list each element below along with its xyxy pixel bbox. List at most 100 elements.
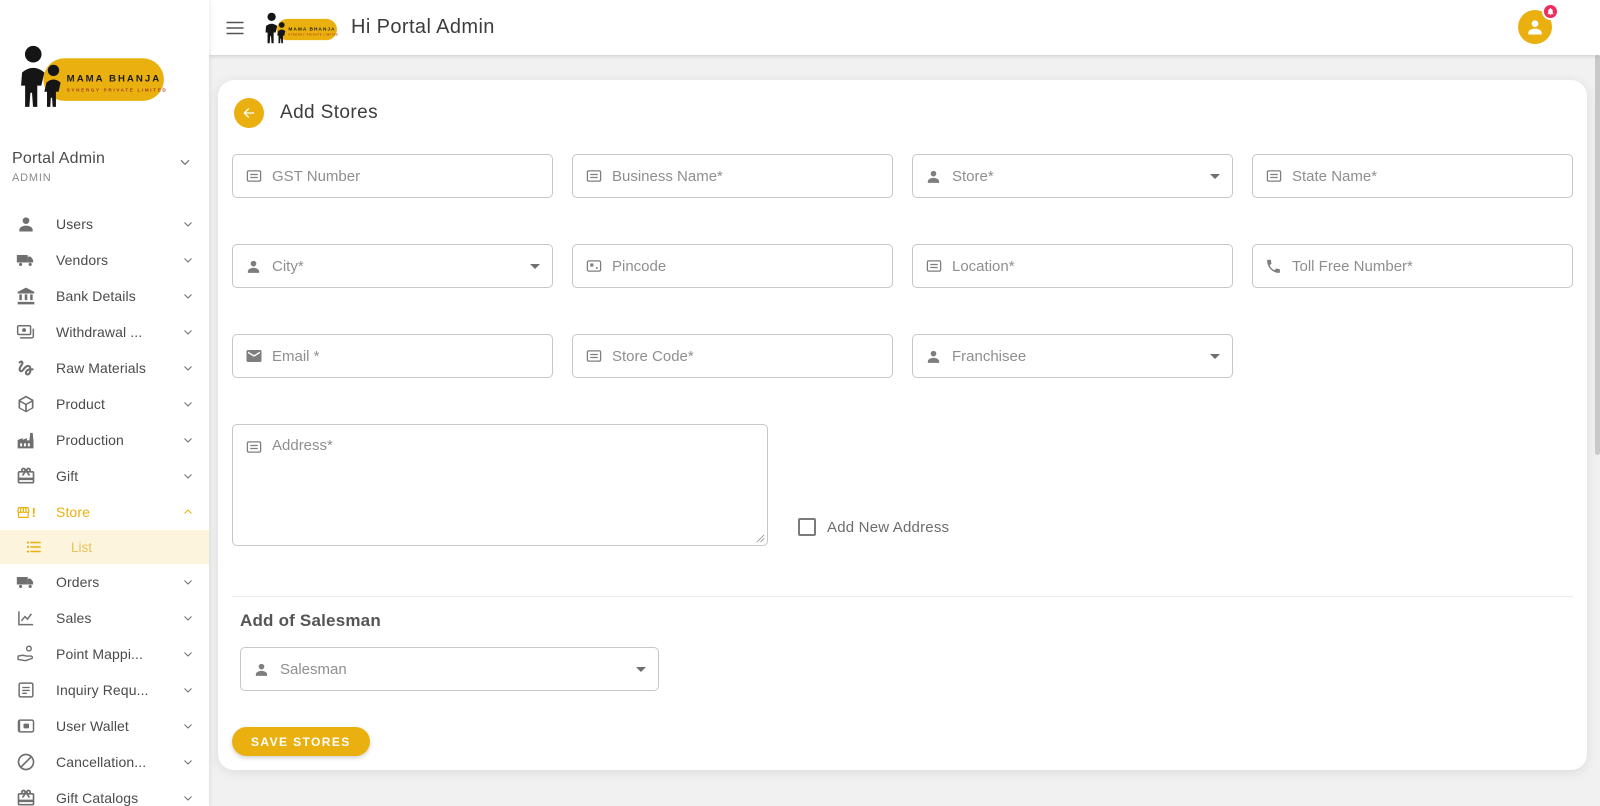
sidebar-subitem-list[interactable]: List: [0, 530, 209, 564]
brand-name: MAMA BHANJA: [67, 74, 162, 85]
gst-number-input[interactable]: [272, 167, 540, 185]
sidebar-item-product[interactable]: Product: [0, 386, 209, 422]
chevron-down-icon: [181, 433, 195, 447]
page-title: Add Stores: [280, 102, 378, 123]
banknote-icon: [16, 322, 36, 342]
sidebar-item-point-mapping[interactable]: Point Mappi...: [0, 636, 209, 672]
main-content: Add Stores Store*: [209, 55, 1600, 806]
truck-icon: [16, 572, 36, 592]
sidebar-item-bank-details[interactable]: Bank Details: [0, 278, 209, 314]
sidebar-item-orders[interactable]: Orders: [0, 564, 209, 600]
chevron-down-icon: [181, 325, 195, 339]
sidebar-item-vendors[interactable]: Vendors: [0, 242, 209, 278]
brand-tagline: SYNERGY PRIVATE LIMITED: [67, 88, 168, 93]
franchisee-select[interactable]: Franchisee: [912, 334, 1233, 378]
location-input[interactable]: [952, 257, 1220, 275]
toll-free-number-input[interactable]: [1292, 257, 1560, 275]
card-header: Add Stores: [232, 90, 1573, 128]
document-icon: [16, 680, 36, 700]
card-text-icon: [925, 257, 943, 275]
storefront-icon: !: [16, 502, 36, 522]
hamburger-menu-icon[interactable]: [223, 15, 249, 41]
chevron-down-icon: [181, 611, 195, 625]
address-textarea[interactable]: [233, 425, 767, 545]
card-text-icon: [245, 167, 263, 185]
brand-logo: MAMA BHANJA SYNERGY PRIVATE LIMITED: [0, 0, 209, 108]
business-name-input[interactable]: [612, 167, 880, 185]
person-icon: [925, 347, 943, 365]
email-field[interactable]: [232, 334, 553, 378]
arrow-left-icon: [243, 108, 255, 118]
person-icon: [16, 214, 36, 234]
sidebar-item-raw-materials[interactable]: Raw Materials: [0, 350, 209, 386]
dropdown-caret-icon: [530, 263, 540, 269]
gift-icon: [16, 788, 36, 806]
user-avatar[interactable]: [1518, 3, 1559, 44]
sidebar-item-production[interactable]: Production: [0, 422, 209, 458]
point-mapping-icon: [16, 644, 36, 664]
app-window: MAMA BHANJA SYNERGY PRIVATE LIMITED Port…: [0, 0, 1600, 806]
dropdown-caret-icon: [636, 666, 646, 672]
chevron-down-icon: [181, 719, 195, 733]
pin-card-icon: [585, 257, 603, 275]
city-select[interactable]: City*: [232, 244, 553, 288]
toll-free-number-field[interactable]: [1252, 244, 1573, 288]
bell-icon: [1547, 7, 1554, 16]
topbar-logo: MAMA BHANJA SYNERGY PRIVATE LIMITED: [263, 12, 339, 44]
back-button[interactable]: [234, 98, 264, 128]
add-new-address-option[interactable]: Add New Address: [798, 518, 949, 536]
profile-role: ADMIN: [12, 172, 52, 184]
mama-bhanja-logo-icon: MAMA BHANJA SYNERGY PRIVATE LIMITED: [265, 12, 338, 43]
store-code-input[interactable]: [612, 347, 880, 365]
truck-icon: [16, 250, 36, 270]
profile-block: Portal Admin ADMIN: [0, 108, 209, 184]
store-code-field[interactable]: [572, 334, 893, 378]
address-row: Add New Address: [232, 424, 1573, 546]
add-new-address-checkbox[interactable]: [798, 518, 816, 536]
sidebar-item-users[interactable]: Users: [0, 206, 209, 242]
scrollbar-thumb[interactable]: [1595, 55, 1600, 455]
phone-icon: [1265, 257, 1283, 275]
business-name-field[interactable]: [572, 154, 893, 198]
pincode-input[interactable]: [612, 257, 880, 275]
block-icon: [16, 752, 36, 772]
location-field[interactable]: [912, 244, 1233, 288]
chevron-up-icon: [181, 505, 195, 519]
sidebar-item-gift[interactable]: Gift: [0, 458, 209, 494]
chevron-down-icon[interactable]: [177, 154, 193, 170]
wallet-icon: [16, 716, 36, 736]
section-divider: [232, 596, 1573, 597]
resize-handle-icon[interactable]: [756, 534, 765, 543]
sidebar-item-sales[interactable]: Sales: [0, 600, 209, 636]
person-icon: [253, 660, 271, 678]
svg-text:MAMA BHANJA: MAMA BHANJA: [288, 26, 335, 32]
notification-badge[interactable]: [1542, 3, 1559, 20]
save-stores-button[interactable]: SAVE STORES: [232, 727, 370, 756]
address-field[interactable]: [232, 424, 768, 546]
state-name-input[interactable]: [1292, 167, 1560, 185]
card-text-icon: [585, 347, 603, 365]
sidebar-item-inquiry-request[interactable]: Inquiry Requ...: [0, 672, 209, 708]
add-new-address-label: Add New Address: [827, 518, 950, 536]
sidebar-nav: Users Vendors Bank Details Withdrawal ..…: [0, 206, 209, 806]
salesman-select[interactable]: Salesman: [240, 647, 659, 691]
sidebar: MAMA BHANJA SYNERGY PRIVATE LIMITED Port…: [0, 0, 209, 806]
email-input[interactable]: [272, 347, 540, 365]
state-name-field[interactable]: [1252, 154, 1573, 198]
sidebar-item-user-wallet[interactable]: User Wallet: [0, 708, 209, 744]
pincode-field[interactable]: [572, 244, 893, 288]
store-select[interactable]: Store*: [912, 154, 1233, 198]
topbar: MAMA BHANJA SYNERGY PRIVATE LIMITED Hi P…: [209, 0, 1600, 55]
gift-icon: [16, 466, 36, 486]
chevron-down-icon: [181, 361, 195, 375]
gst-number-field[interactable]: [232, 154, 553, 198]
card-text-icon: [1265, 167, 1283, 185]
chevron-down-icon: [181, 397, 195, 411]
chevron-down-icon: [181, 755, 195, 769]
list-icon: [25, 538, 43, 556]
sidebar-item-cancellation[interactable]: Cancellation...: [0, 744, 209, 780]
sidebar-item-store[interactable]: ! Store: [0, 494, 209, 530]
sidebar-item-gift-catalogs[interactable]: Gift Catalogs: [0, 780, 209, 806]
sidebar-item-withdrawal[interactable]: Withdrawal ...: [0, 314, 209, 350]
card-text-icon: [245, 438, 263, 456]
